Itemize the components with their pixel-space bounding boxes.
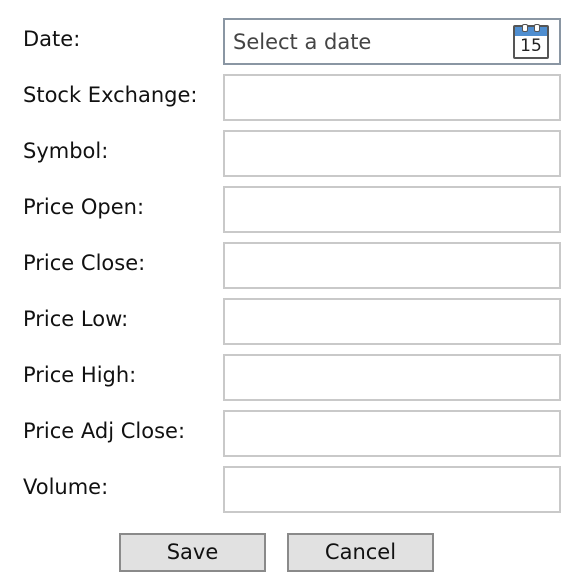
volume-row: Volume: (0, 466, 564, 522)
price-adj-close-row: Price Adj Close: (0, 410, 564, 466)
date-picker[interactable]: Select a date 15 (223, 18, 561, 65)
volume-label: Volume: (23, 475, 109, 499)
stock-exchange-field[interactable] (223, 74, 561, 121)
volume-field[interactable] (223, 466, 561, 513)
price-high-label: Price High: (23, 363, 137, 387)
cancel-button[interactable]: Cancel (287, 533, 434, 572)
price-high-field[interactable] (223, 354, 561, 401)
price-open-label: Price Open: (23, 195, 145, 219)
symbol-field[interactable] (223, 130, 561, 177)
stock-exchange-row: Stock Exchange: (0, 74, 564, 130)
price-adj-close-field[interactable] (223, 410, 561, 457)
calendar-day: 15 (520, 36, 542, 56)
symbol-row: Symbol: (0, 130, 564, 186)
calendar-ring (534, 24, 540, 32)
price-close-input[interactable] (225, 244, 559, 287)
date-row: Date: Select a date 15 (0, 18, 564, 74)
price-low-input[interactable] (225, 300, 559, 343)
price-open-input[interactable] (225, 188, 559, 231)
calendar-ring (522, 24, 528, 32)
date-placeholder: Select a date (233, 30, 372, 54)
price-close-field[interactable] (223, 242, 561, 289)
price-low-label: Price Low: (23, 307, 129, 331)
price-high-row: Price High: (0, 354, 564, 410)
price-open-row: Price Open: (0, 186, 564, 242)
calendar-header (515, 27, 547, 36)
price-low-row: Price Low: (0, 298, 564, 354)
volume-input[interactable] (225, 468, 559, 511)
price-adj-close-input[interactable] (225, 412, 559, 455)
save-button[interactable]: Save (119, 533, 266, 572)
stock-exchange-label: Stock Exchange: (23, 83, 198, 107)
price-high-input[interactable] (225, 356, 559, 399)
price-adj-close-label: Price Adj Close: (23, 419, 186, 443)
price-close-label: Price Close: (23, 251, 146, 275)
price-low-field[interactable] (223, 298, 561, 345)
price-open-field[interactable] (223, 186, 561, 233)
calendar-icon[interactable]: 15 (513, 24, 549, 59)
price-close-row: Price Close: (0, 242, 564, 298)
date-label: Date: (23, 27, 81, 51)
symbol-input[interactable] (225, 132, 559, 175)
stock-exchange-input[interactable] (225, 76, 559, 119)
symbol-label: Symbol: (23, 139, 109, 163)
